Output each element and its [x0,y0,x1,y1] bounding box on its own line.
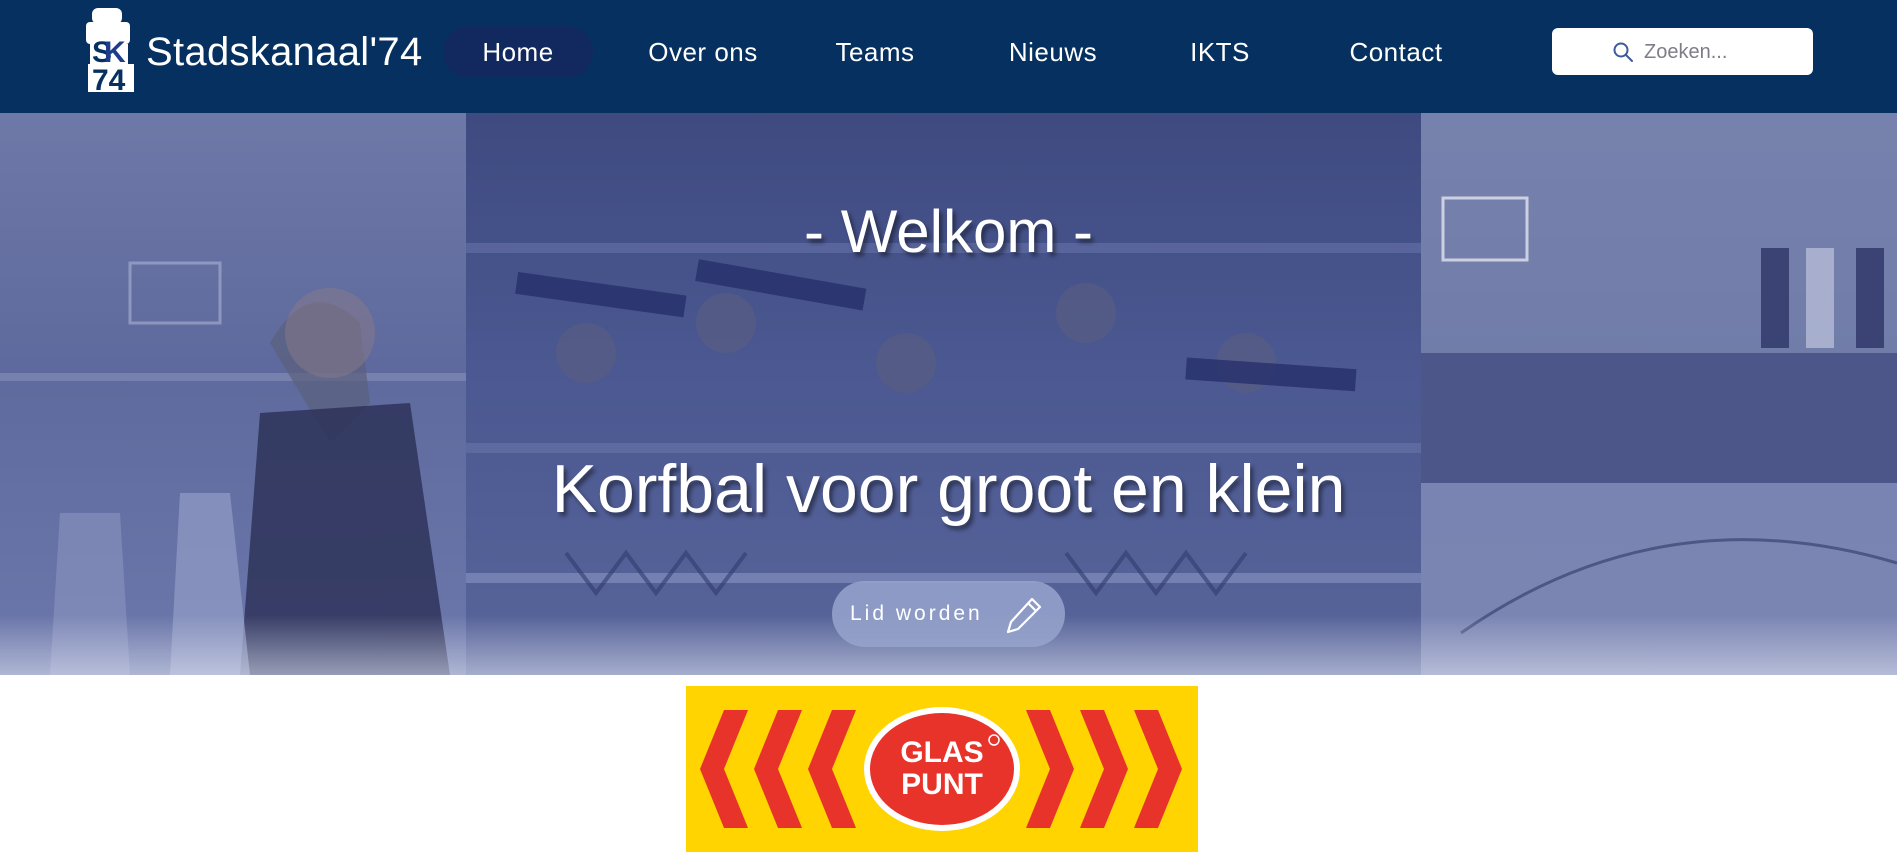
hero-banner: - Welkom - Korfbal voor groot en klein L… [0,113,1897,675]
search-icon[interactable] [1612,41,1634,63]
svg-text:74: 74 [92,64,126,94]
nav-item-home[interactable]: Home [443,26,593,78]
lid-worden-button[interactable]: Lid worden [832,581,1065,647]
club-crest-icon[interactable]: S K 74 [82,6,138,94]
pencil-icon [1006,597,1042,634]
nav-item-over-ons[interactable]: Over ons [629,26,777,78]
hero-welcome: - Welkom - [804,198,1093,265]
nav-item-teams[interactable]: Teams [820,26,930,78]
nav-item-contact[interactable]: Contact [1338,26,1454,78]
sponsor-banner-glaspunt[interactable]: GLAS PUNT [686,686,1198,852]
svg-text:GLAS: GLAS [900,736,983,769]
svg-text:PUNT: PUNT [901,768,983,801]
brand-title[interactable]: Stadskanaal'74 [146,28,423,76]
search-box[interactable] [1552,28,1813,75]
hero-tagline: Korfbal voor groot en klein [551,451,1346,527]
nav-item-nieuws[interactable]: Nieuws [1000,26,1106,78]
site-header: S K 74 Stadskanaal'74 Home Over ons Team… [0,0,1897,113]
lid-worden-label: Lid worden [850,602,983,625]
search-input[interactable] [1642,36,1806,68]
nav-item-ikts[interactable]: IKTS [1180,26,1260,78]
